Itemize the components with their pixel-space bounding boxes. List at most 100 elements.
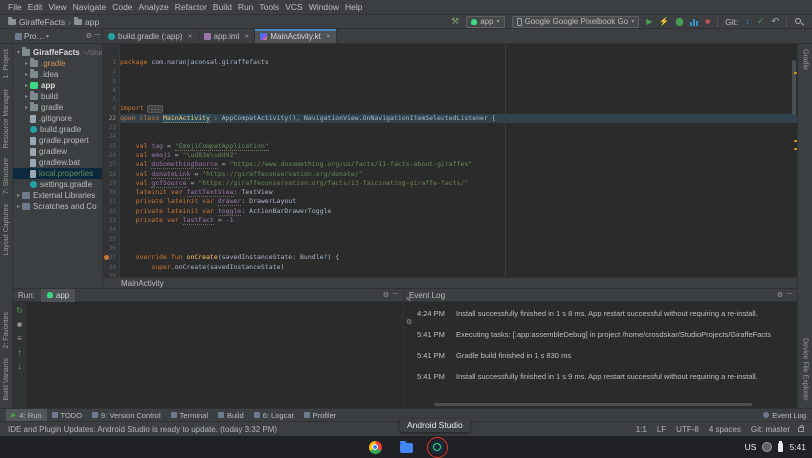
line-number[interactable]: 31 <box>103 197 119 206</box>
menu-item-build[interactable]: Build <box>210 2 235 12</box>
editor-tab-build-gradle-app[interactable]: build.gradle (:app)✕ <box>103 29 199 43</box>
files-app-icon[interactable] <box>400 443 413 453</box>
event-log-button[interactable]: Event Log <box>763 411 806 420</box>
line-number[interactable]: 28 <box>103 170 119 179</box>
tree-item-settings-gradle[interactable]: settings.gradle <box>13 179 102 190</box>
system-tray[interactable]: US 5:41 <box>745 436 806 458</box>
project-tree[interactable]: ▾GiraffeFacts~/StudioPr▸.gradle▸.idea▸ap… <box>13 44 102 212</box>
status-message[interactable]: IDE and Plugin Updates: Android Studio i… <box>8 425 277 434</box>
line-number[interactable]: 36 <box>103 244 119 253</box>
tree-item-giraffefacts[interactable]: ▾GiraffeFacts~/StudioPr <box>13 47 102 58</box>
close-tab-icon[interactable]: ✕ <box>326 33 331 40</box>
editor-tab-mainactivity-kt[interactable]: MainActivity.kt✕ <box>255 29 337 43</box>
git-commit-icon[interactable]: ✓ <box>757 17 765 26</box>
breadcrumb-class[interactable]: MainActivity <box>121 279 164 288</box>
tool-tab-profiler[interactable]: Profiler <box>299 409 342 421</box>
line-number[interactable]: 22 <box>103 114 119 123</box>
menu-item-help[interactable]: Help <box>342 2 365 12</box>
tree-item-gradlew-bat[interactable]: gradlew.bat <box>13 157 102 168</box>
breadcrumb-item-app[interactable]: app <box>74 17 99 27</box>
tool-window-button-build-variants[interactable]: Build Variants <box>3 353 10 406</box>
tree-item-gradlew[interactable]: gradlew <box>13 146 102 157</box>
line-number[interactable]: 35 <box>103 235 119 244</box>
status-widget-4-spaces[interactable]: 4 spaces <box>709 425 741 434</box>
line-number[interactable]: 34 <box>103 225 119 234</box>
chevron-down-icon[interactable]: ▾ <box>46 33 49 40</box>
keyboard-layout-indicator[interactable]: US <box>745 442 757 452</box>
device-selector[interactable]: Google Google Pixelbook Go ▾ <box>512 16 640 28</box>
android-studio-shelf-item[interactable] <box>431 441 444 454</box>
menu-item-analyze[interactable]: Analyze <box>136 2 172 12</box>
git-update-icon[interactable]: ↓ <box>745 17 750 26</box>
line-number[interactable]: 27 <box>103 160 119 169</box>
tree-item-idea[interactable]: ▸.idea <box>13 69 102 80</box>
menu-item-run[interactable]: Run <box>235 2 257 12</box>
pencil-icon[interactable]: ✎ <box>406 296 412 304</box>
tree-item-build[interactable]: ▸build <box>13 91 102 102</box>
stop-icon[interactable]: ■ <box>17 320 22 329</box>
line-number[interactable]: 3 <box>103 77 119 86</box>
tree-right-arrow-icon[interactable]: ▸ <box>15 192 22 199</box>
line-number[interactable]: 26 <box>103 151 119 160</box>
tool-window-button-resource-manager[interactable]: Resource Manager <box>3 84 10 154</box>
close-tab-icon[interactable]: ✕ <box>244 33 249 40</box>
profiler-button[interactable] <box>690 18 698 26</box>
line-number[interactable]: 38 <box>103 263 119 272</box>
project-panel-title[interactable]: Project <box>24 32 46 41</box>
editor[interactable]: 1234562223242526272829303132333435363738… <box>103 44 797 277</box>
tool-tab-terminal[interactable]: Terminal <box>166 409 213 421</box>
tree-item-build-gradle[interactable]: build.gradle <box>13 124 102 135</box>
tree-down-arrow-icon[interactable]: ▾ <box>15 49 22 56</box>
run-tab-app[interactable]: app <box>41 289 75 302</box>
restore-layout-icon[interactable]: ≡ <box>17 334 22 343</box>
git-revert-icon[interactable]: ↶ <box>771 17 779 26</box>
tool-window-button-layout-captures[interactable]: Layout Captures <box>3 199 10 260</box>
stop-button[interactable]: ■ <box>705 18 710 26</box>
tree-right-arrow-icon[interactable]: ▸ <box>23 60 30 67</box>
editor-scrollbar[interactable] <box>792 60 796 115</box>
tree-item-gitignore[interactable]: .gitignore <box>13 113 102 124</box>
chrome-icon[interactable] <box>369 441 382 454</box>
gear-icon[interactable]: ⚙ <box>86 32 92 40</box>
line-number[interactable]: 24 <box>103 132 119 141</box>
editor-gutter[interactable]: 1234562223242526272829303132333435363738… <box>103 44 120 277</box>
line-number[interactable]: 30 <box>103 188 119 197</box>
tree-right-arrow-icon[interactable]: ▸ <box>15 203 22 210</box>
tree-item-scratches-and-co[interactable]: ▸Scratches and Co <box>13 201 102 212</box>
event-log-entries[interactable]: 4:24 PMInstall successfully finished in … <box>404 302 797 408</box>
line-number[interactable]: 39 <box>103 272 119 277</box>
menu-item-window[interactable]: Window <box>306 2 342 12</box>
tool-window-button-7-structure[interactable]: 7: Structure <box>3 153 10 199</box>
run-button[interactable]: ▶ <box>646 18 652 26</box>
tree-item-external-libraries[interactable]: ▸External Libraries <box>13 190 102 201</box>
account-avatar[interactable] <box>762 442 772 452</box>
menu-item-navigate[interactable]: Navigate <box>70 2 110 12</box>
editor-tab-app-iml[interactable]: app.iml✕ <box>199 29 256 43</box>
readonly-lock-icon[interactable] <box>798 427 804 432</box>
tree-right-arrow-icon[interactable]: ▸ <box>23 71 30 78</box>
tree-right-arrow-icon[interactable]: ▸ <box>23 82 30 89</box>
gear-icon[interactable]: ⚙ <box>383 291 389 299</box>
line-number[interactable]: 32 <box>103 207 119 216</box>
horizontal-scrollbar[interactable] <box>434 403 752 406</box>
tool-window-button-2-favorites[interactable]: 2: Favorites <box>3 307 10 354</box>
settings-icon[interactable]: ⚙ <box>406 318 412 326</box>
close-tab-icon[interactable]: ✕ <box>187 33 192 40</box>
menu-item-file[interactable]: File <box>5 2 25 12</box>
tree-item-gradle[interactable]: ▸gradle <box>13 102 102 113</box>
line-number[interactable]: 29 <box>103 179 119 188</box>
status-widget-utf-8[interactable]: UTF-8 <box>676 425 699 434</box>
clock[interactable]: 5:41 <box>789 442 806 452</box>
run-config-selector[interactable]: app ▾ <box>466 16 504 28</box>
line-number[interactable]: 25 <box>103 142 119 151</box>
tree-item-gradle[interactable]: ▸.gradle <box>13 58 102 69</box>
menu-item-code[interactable]: Code <box>109 2 135 12</box>
line-number[interactable]: 1 <box>103 58 119 67</box>
tool-tab-9-version-control[interactable]: 9: Version Control <box>87 409 166 421</box>
apply-changes-icon[interactable]: ⚡ <box>659 18 669 26</box>
search-icon[interactable] <box>794 17 804 27</box>
hide-panel-icon[interactable]: ─ <box>393 291 398 299</box>
tool-tab-6-logcat[interactable]: 6: Logcat <box>249 409 299 421</box>
collapse-all-icon[interactable]: ↑ <box>18 348 22 357</box>
menu-item-refactor[interactable]: Refactor <box>172 2 210 12</box>
